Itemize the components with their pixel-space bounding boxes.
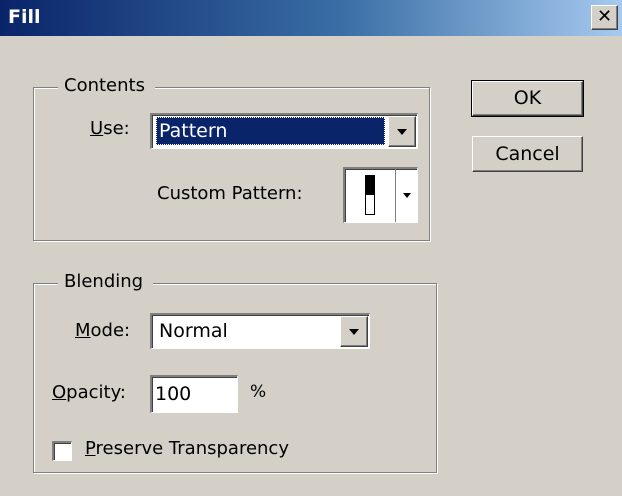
preserve-transparency-label[interactable]: Preserve Transparency [85,438,289,459]
mode-label-rest: ode: [90,320,131,341]
chevron-down-icon [397,128,407,135]
opacity-label: Opacity: [52,382,126,403]
mode-label-accel: M [75,320,91,341]
preserve-transparency-checkbox[interactable] [52,441,72,461]
preserve-label-rest: reserve Transparency [95,438,289,459]
close-button[interactable]: ✕ [591,5,618,30]
window-title: Fill [8,6,41,28]
mode-dropdown-button[interactable] [340,316,368,347]
cancel-button[interactable]: Cancel [472,136,583,172]
preserve-label-accel: P [85,438,96,459]
blending-legend: Blending [58,271,154,292]
use-label: Use: [90,118,130,139]
pattern-swatch-icon [365,175,375,215]
use-label-accel: U [90,118,104,139]
custom-pattern-label: Custom Pattern: [157,183,303,204]
mode-select[interactable]: Normal [150,313,370,349]
opacity-input[interactable]: 100 [150,375,238,413]
chevron-down-icon [349,328,359,335]
contents-legend: Contents [58,75,155,96]
ok-button[interactable]: OK [471,80,584,117]
opacity-unit: % [250,382,267,402]
use-select-value: Pattern [156,117,385,145]
opacity-label-rest: pacity: [66,382,126,403]
use-label-rest: se: [103,118,130,139]
custom-pattern-picker[interactable] [343,167,418,223]
title-bar[interactable]: Fill ✕ [0,0,622,36]
use-dropdown-button[interactable] [388,116,416,147]
close-icon: ✕ [596,6,613,27]
chevron-down-icon[interactable] [403,193,411,198]
mode-select-value: Normal [159,320,228,342]
mode-label: Mode: [75,320,130,341]
picker-divider [395,169,396,222]
use-select[interactable]: Pattern [150,113,418,149]
opacity-label-accel: O [52,382,67,403]
